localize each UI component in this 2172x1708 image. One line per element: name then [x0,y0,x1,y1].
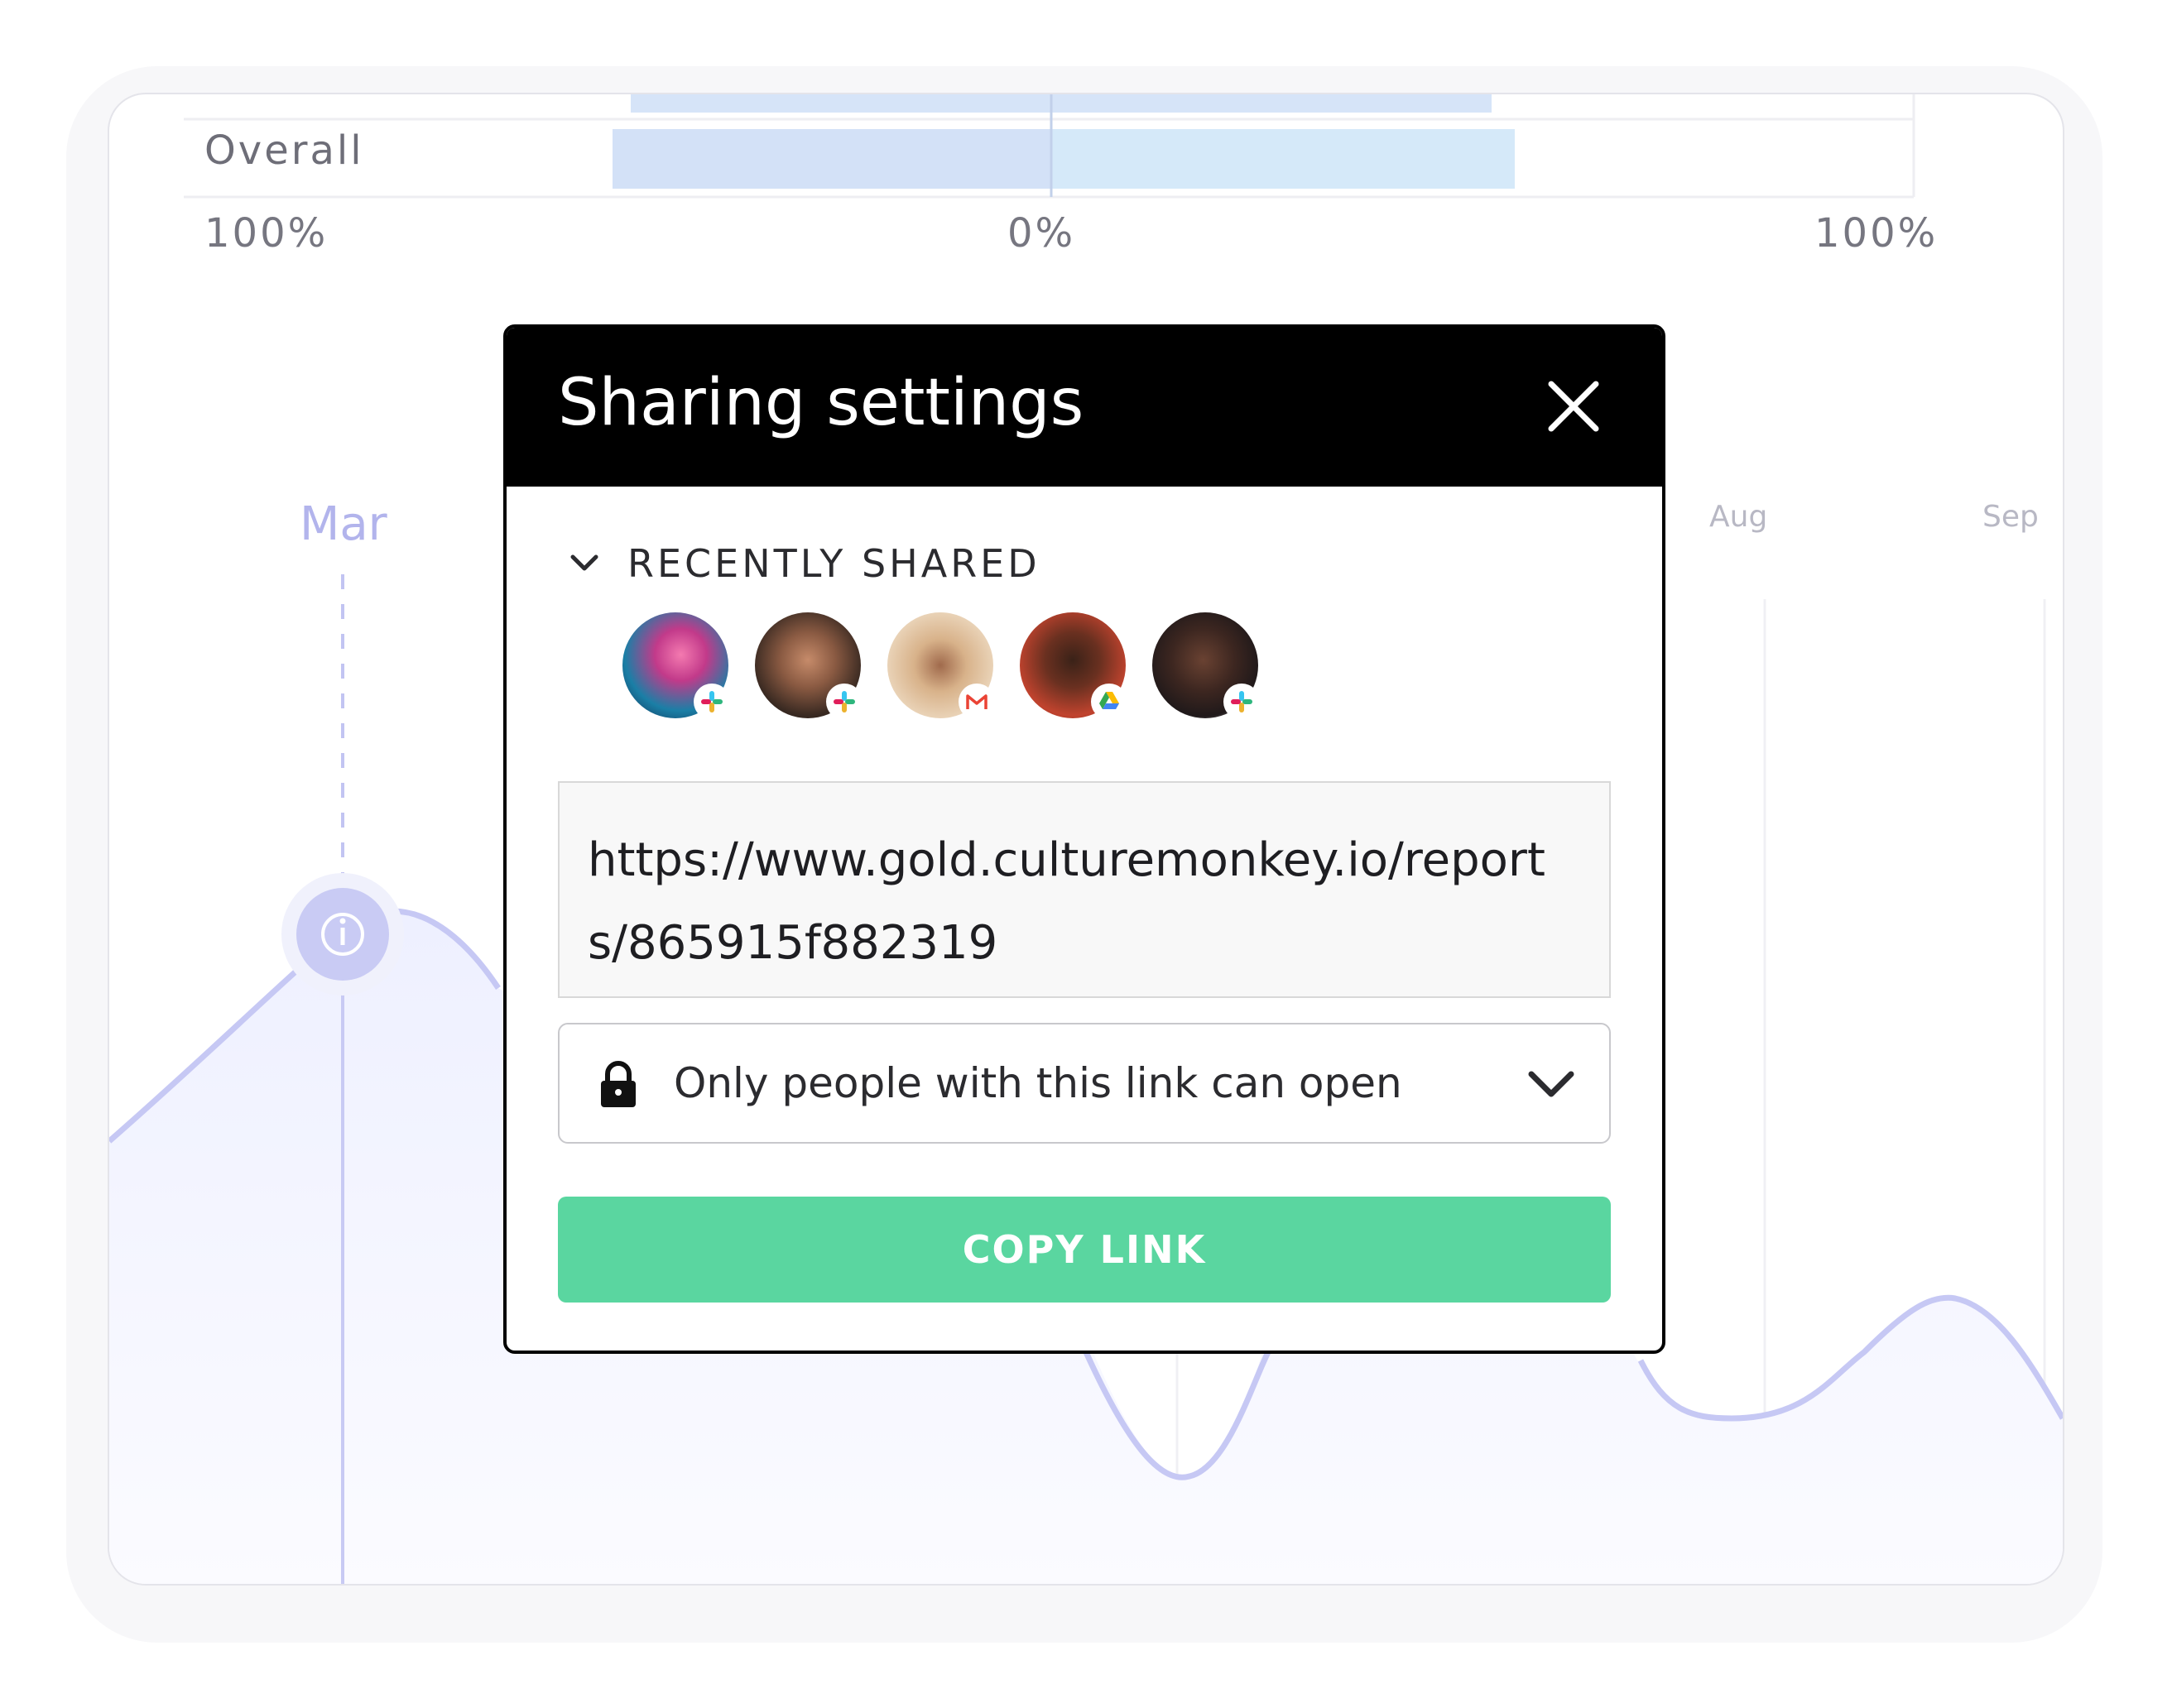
avatar[interactable] [1020,612,1127,720]
gmail-icon [959,684,995,720]
modal-header: Sharing settings [507,328,1662,487]
avatar[interactable] [887,612,995,720]
bar-overall-right [1051,129,1515,189]
slack-icon [1223,684,1260,720]
month-label-mar: Mar [300,497,387,551]
bar-overall-left [613,129,1051,189]
sharing-settings-modal: Sharing settings RECENTLY SHARED https:/… [503,324,1665,1354]
avatar[interactable] [1152,612,1260,720]
slack-icon [826,684,863,720]
close-button[interactable] [1545,377,1603,435]
recent-avatars [622,612,1285,720]
access-level-select[interactable]: Only people with this link can open [558,1023,1611,1144]
google-drive-icon [1091,684,1127,720]
avatar[interactable] [755,612,863,720]
month-label-aug: Aug [1709,500,1768,534]
bar-top [631,94,1492,113]
avatar[interactable] [622,612,730,720]
section-label: RECENTLY SHARED [627,541,1040,586]
copy-link-button[interactable]: COPY LINK [558,1197,1611,1303]
axis-label-center: 0% [1007,210,1076,257]
row-label-overall: Overall [204,127,364,174]
access-level-value: Only people with this link can open [674,1059,1402,1107]
lock-icon [601,1061,636,1107]
close-icon [1548,381,1599,432]
recently-shared-toggle[interactable]: RECENTLY SHARED [568,541,1040,586]
slack-icon [694,684,730,720]
axis-label-right: 100% [1814,210,1939,257]
month-label-sep: Sep [1982,500,2039,534]
chevron-down-icon [1528,1071,1574,1097]
chevron-down-icon [570,554,598,571]
modal-title: Sharing settings [558,366,1084,440]
axis-label-left: 100% [204,210,329,257]
share-url-field[interactable]: https://www.gold.culturemonkey.io/report… [558,781,1611,998]
